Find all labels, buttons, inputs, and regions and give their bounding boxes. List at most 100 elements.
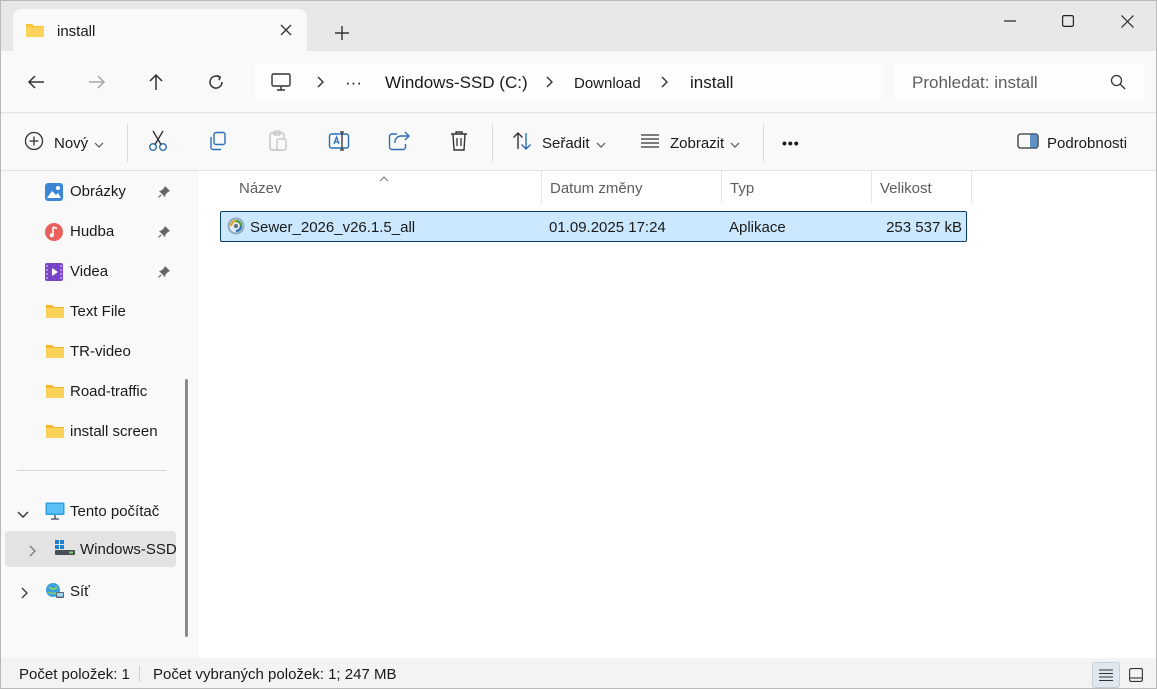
nav-label: Síť: [70, 583, 90, 600]
nav-item-this-pc[interactable]: Tento počítač: [1, 493, 179, 529]
details-button[interactable]: Podrobnosti: [1017, 130, 1127, 156]
pin-icon[interactable]: [158, 225, 171, 242]
details-view-icon[interactable]: [1092, 662, 1120, 688]
rename-button[interactable]: [328, 130, 350, 156]
more-options-button[interactable]: •••: [782, 130, 800, 156]
breadcrumb-more[interactable]: ···: [345, 73, 362, 93]
view-button[interactable]: Zobrazit: [640, 130, 740, 156]
nav-item-windows-ssd[interactable]: Windows-SSD: [5, 531, 177, 567]
title-bar: install: [1, 1, 1156, 51]
close-tab-icon[interactable]: [276, 20, 296, 40]
nav-label: TR-video: [70, 343, 131, 360]
column-header-type[interactable]: Typ: [722, 171, 872, 203]
nav-label: Road-traffic: [70, 383, 148, 400]
scissors-icon: [148, 130, 168, 156]
search-icon: [1110, 74, 1126, 94]
refresh-icon[interactable]: [203, 69, 229, 95]
nav-item-network[interactable]: Síť: [1, 573, 179, 609]
sort-label: Seřadit: [542, 134, 590, 152]
chevron-down-icon: [94, 135, 104, 152]
file-name: Sewer_2026_v26.1.5_all: [250, 219, 416, 236]
divider: [127, 124, 128, 162]
this-pc-icon: [45, 502, 65, 524]
nav-label: install screen: [70, 423, 158, 440]
close-window-icon[interactable]: [1104, 7, 1150, 35]
address-row: ··· Windows-SSD (C:) Download install Pr…: [1, 51, 1156, 113]
column-modified-label: Datum změny: [550, 180, 643, 197]
paste-button[interactable]: [268, 130, 288, 156]
breadcrumb-download[interactable]: Download: [574, 75, 641, 92]
add-circle-icon: [24, 131, 44, 155]
nav-item-road-traffic[interactable]: Road-traffic: [1, 373, 179, 409]
file-modified: 01.09.2025 17:24: [549, 219, 666, 236]
computer-icon[interactable]: [271, 73, 291, 95]
breadcrumb-drive[interactable]: Windows-SSD (C:): [385, 73, 528, 93]
chevron-right-icon[interactable]: [21, 586, 29, 603]
sort-icon: [512, 131, 532, 155]
navigation-pane: Obrázky Hudba Videa Text File TR-video R…: [1, 171, 197, 658]
search-input[interactable]: Prohledat: install: [912, 73, 1038, 93]
chevron-right-icon[interactable]: [657, 75, 671, 89]
tiles-view-icon[interactable]: [1122, 662, 1150, 688]
music-icon: [45, 223, 63, 245]
column-header-size[interactable]: Velikost: [872, 171, 972, 203]
chevron-right-icon[interactable]: [313, 75, 327, 89]
up-icon[interactable]: [143, 69, 169, 95]
pin-icon[interactable]: [158, 185, 171, 202]
column-size-label: Velikost: [880, 180, 932, 197]
pictures-icon: [45, 183, 63, 205]
share-icon: [388, 131, 410, 155]
address-bar[interactable]: ··· Windows-SSD (C:) Download install: [255, 63, 883, 101]
new-tab-icon[interactable]: [331, 22, 353, 44]
file-explorer-window: install ··· Windows-SSD (C:) Download in…: [0, 0, 1157, 689]
chevron-down-icon: [730, 135, 740, 152]
forward-icon[interactable]: [84, 69, 110, 95]
column-type-label: Typ: [730, 180, 755, 197]
nav-item-music[interactable]: Hudba: [1, 213, 179, 249]
maximize-icon[interactable]: [1045, 7, 1091, 35]
nav-label: Hudba: [70, 223, 115, 240]
cut-button[interactable]: [148, 130, 168, 156]
videos-icon: [45, 263, 63, 285]
minimize-icon[interactable]: [987, 7, 1033, 35]
sort-button[interactable]: Seřadit: [512, 130, 606, 156]
nav-item-install-screen[interactable]: install screen: [1, 413, 179, 449]
nav-item-pictures[interactable]: Obrázky: [1, 173, 179, 209]
nav-item-text-file[interactable]: Text File: [1, 293, 179, 329]
table-row[interactable]: Sewer_2026_v26.1.5_all 01.09.2025 17:24 …: [220, 211, 967, 242]
delete-button[interactable]: [449, 130, 469, 156]
folder-icon: [45, 303, 65, 323]
column-header-modified[interactable]: Datum změny: [542, 171, 722, 203]
back-icon[interactable]: [23, 69, 49, 95]
command-bar: Nový Seřadit Zobrazit ••• Podrobnosti: [1, 114, 1156, 171]
chevron-down-icon: [596, 135, 606, 152]
list-view-icon: [640, 133, 660, 153]
drive-icon: [55, 540, 75, 560]
folder-icon: [45, 383, 65, 403]
chevron-right-icon[interactable]: [542, 75, 556, 89]
nav-item-videos[interactable]: Videa: [1, 253, 179, 289]
view-label: Zobrazit: [670, 134, 725, 152]
folder-icon: [45, 423, 65, 443]
nav-item-tr-video[interactable]: TR-video: [1, 333, 179, 369]
breadcrumb-install[interactable]: install: [690, 73, 733, 93]
nav-scrollbar[interactable]: [185, 379, 188, 637]
pin-icon[interactable]: [158, 265, 171, 282]
column-name-label: Název: [239, 180, 282, 197]
tab-install[interactable]: install: [13, 9, 307, 51]
trash-icon: [449, 130, 469, 156]
file-list: Název Datum změny Typ Velikost Sewer_202…: [198, 171, 1156, 658]
column-header-name[interactable]: Název: [231, 171, 542, 203]
divider: [763, 124, 764, 162]
file-size: 253 537 kB: [886, 219, 962, 236]
nav-label: Tento počítač: [70, 503, 160, 520]
nav-label: Obrázky: [70, 183, 126, 200]
details-pane-icon: [1017, 132, 1039, 154]
new-button[interactable]: Nový: [24, 130, 104, 156]
chevron-down-icon[interactable]: [17, 506, 29, 523]
selected-count: Počet vybraných položek: 1; 247 MB: [153, 666, 397, 683]
share-button[interactable]: [388, 130, 410, 156]
copy-button[interactable]: [208, 130, 228, 156]
chevron-right-icon[interactable]: [29, 544, 37, 561]
search-box[interactable]: Prohledat: install: [894, 63, 1144, 101]
